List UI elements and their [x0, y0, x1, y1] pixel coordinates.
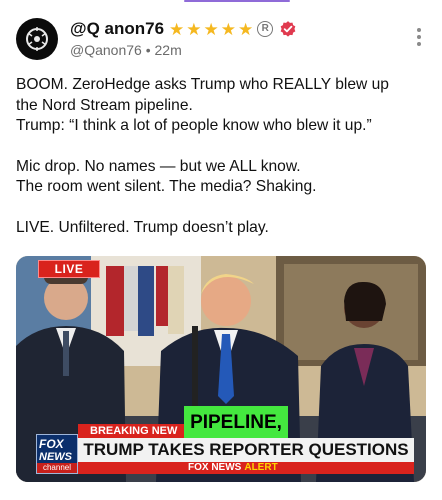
- alert-left-text: FOX NEWS: [188, 462, 242, 473]
- post-text: BOOM. ZeroHedge asks Trump who REALLY bl…: [16, 75, 430, 238]
- name-row: @Q anon76 ★ ★ ★ ★ ★ R: [70, 18, 297, 40]
- star-icon: ★: [186, 19, 202, 39]
- separator: •: [145, 42, 151, 58]
- timestamp[interactable]: 22m: [155, 42, 182, 58]
- post-line: The room went silent. The media? Shaking…: [16, 178, 317, 195]
- top-accent-bar: [184, 0, 290, 2]
- alert-right-text: ALERT: [244, 462, 278, 473]
- ring-logo-icon: [26, 27, 48, 51]
- post-line: LIVE. Unfiltered. Trump doesn’t play.: [16, 218, 269, 236]
- registered-mark-icon: R: [257, 21, 274, 37]
- logo-line-2: NEWS: [39, 451, 72, 463]
- logo-line-3: channel: [37, 463, 77, 473]
- alert-banner: FOX NEWS ALERT: [78, 462, 414, 474]
- post-line: the Nord Stream pipeline.: [16, 96, 193, 114]
- handle[interactable]: @Qanon76: [70, 42, 142, 58]
- fox-news-logo-icon: FOX NEWS channel: [36, 434, 78, 474]
- post-header: @Q anon76 ★ ★ ★ ★ ★ R @Qanon76 • 22m: [16, 16, 426, 60]
- post-line: BOOM. ZeroHedge asks Trump who REALLY bl…: [16, 76, 389, 93]
- headline-lower-third: TRUMP TAKES REPORTER QUESTIONS: [78, 438, 414, 462]
- post-line: Trump: “I think a lot of people know who…: [16, 117, 372, 134]
- star-icon: ★: [203, 19, 219, 39]
- verified-badge-icon: [280, 21, 296, 37]
- logo-line-1: FOX: [39, 437, 64, 451]
- avatar[interactable]: [16, 18, 58, 60]
- live-badge: LIVE: [38, 260, 100, 278]
- caption-overlay: PIPELINE,: [184, 406, 288, 440]
- breaking-news-label: BREAKING NEW: [78, 424, 194, 438]
- star-icon: ★: [220, 19, 237, 39]
- video-thumbnail[interactable]: LIVE BREAKING NEW PIPELINE, TRUMP TAKES …: [16, 256, 426, 482]
- star-icon: ★: [169, 19, 185, 39]
- display-name[interactable]: @Q anon76: [70, 19, 164, 39]
- post-line: Mic drop. No names — but we ALL know.: [16, 157, 301, 175]
- star-icon: ★: [238, 19, 254, 39]
- post-meta: @Qanon76 • 22m: [70, 42, 182, 58]
- more-options-icon[interactable]: [416, 28, 422, 50]
